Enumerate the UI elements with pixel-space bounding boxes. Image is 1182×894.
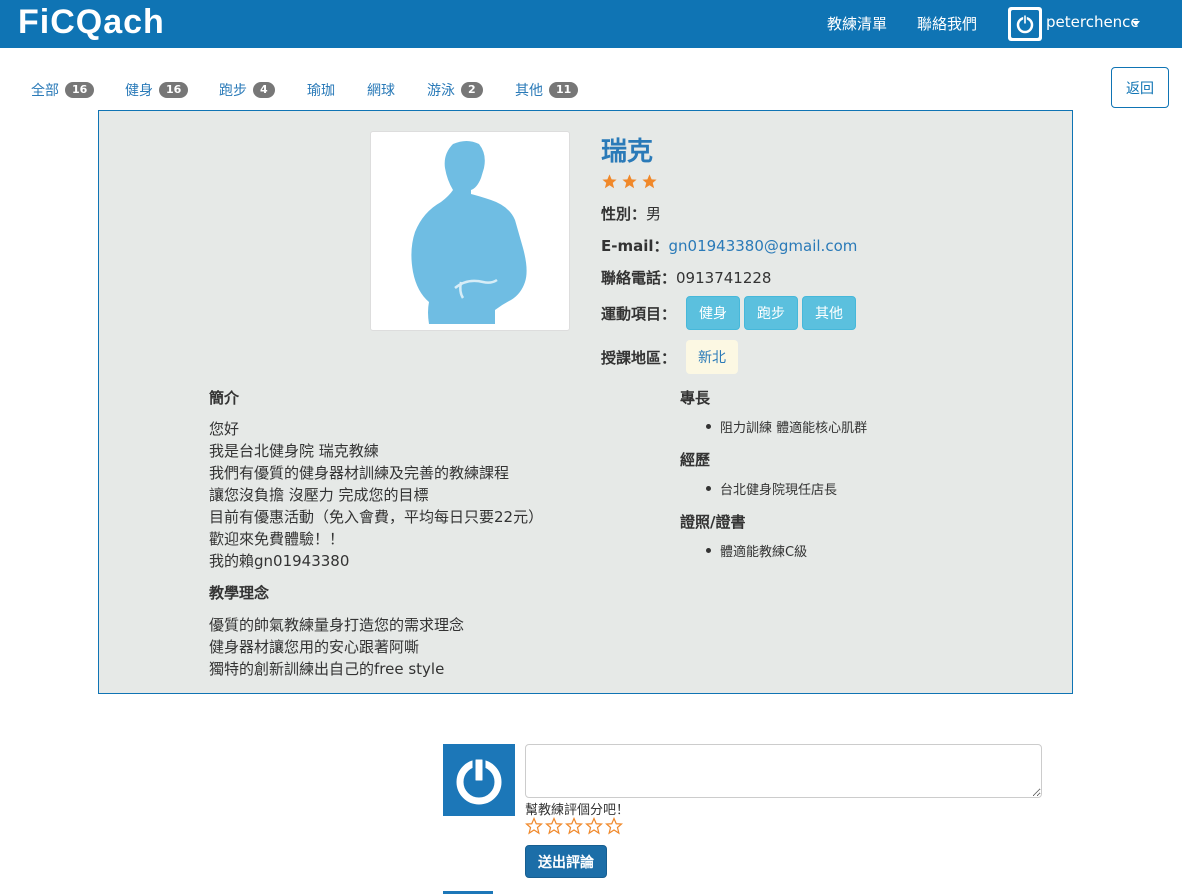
specialty-item: 阻力訓練 體適能核心肌群 [705,417,867,436]
star-filled-icon [642,174,657,189]
specialty-title: 專長 [680,389,711,407]
filter-label: 全部 [31,83,59,99]
count-badge: 4 [253,82,275,98]
rating-hint: 幫教練評個分吧！ [525,803,630,818]
filter-other[interactable]: 其他 11 [515,80,579,100]
count-badge: 16 [159,82,189,98]
sport-tag-running[interactable]: 跑步 [744,296,798,330]
star-outline-icon[interactable] [525,817,543,835]
sport-tag-other[interactable]: 其他 [802,296,856,330]
area-tag: 新北 [686,340,738,374]
back-button[interactable]: 返回 [1111,67,1169,108]
experience-item: 台北健身院現任店長 [705,479,837,498]
nav-coach-list-link[interactable]: 教練清單 [827,13,887,34]
star-outline-icon[interactable] [605,817,623,835]
coach-photo [370,131,570,331]
intro-title: 簡介 [209,389,240,407]
filter-running[interactable]: 跑步 4 [219,80,275,100]
star-filled-icon [622,174,637,189]
phone-value: 0913741228 [676,269,772,287]
filter-label: 健身 [125,83,153,99]
gender-row: 性別：男 [601,203,661,224]
sports-label: 運動項目： [601,305,677,323]
intro-line: 歡迎來免費體驗！！ [209,530,345,548]
intro-line: 我的賴gn01943380 [209,552,350,570]
rating-stars [601,173,658,190]
intro-line: 我是台北健身院 瑞克教練 [209,442,379,460]
filter-fitness[interactable]: 健身 16 [125,80,189,100]
intro-line: 您好 [209,420,240,438]
filter-label: 游泳 [427,83,455,99]
star-outline-icon[interactable] [585,817,603,835]
user-avatar[interactable] [1008,7,1042,41]
submit-comment-button[interactable]: 送出評論 [525,845,607,878]
filter-label: 跑步 [219,83,247,99]
email-label: E-mail： [601,237,669,255]
philosophy-title: 教學理念 [209,584,270,602]
philosophy-line: 優質的帥氣教練量身打造您的需求理念 [209,616,465,634]
rating-input[interactable] [525,817,623,835]
navbar: FiCQach 教練清單 聯絡我們 peterchencc [0,0,1182,48]
gender-value: 男 [646,205,662,223]
power-icon [456,756,502,805]
filter-label: 網球 [367,83,395,99]
comment-textarea[interactable] [525,744,1042,798]
star-filled-icon [602,174,617,189]
philosophy-line: 獨特的創新訓練出自己的free style [209,660,445,678]
power-icon [1011,10,1039,38]
coach-profile-panel: 瑞克 性別：男 E-mail：gn01943380@gmail.com 聯絡電話… [98,110,1073,694]
filter-yoga[interactable]: 瑜珈 [307,80,335,100]
chevron-down-icon[interactable] [1132,21,1140,26]
sport-tag-fitness[interactable]: 健身 [686,296,740,330]
star-outline-icon[interactable] [545,817,563,835]
gender-label: 性別： [601,205,647,223]
commenter-avatar [443,744,515,816]
area-label: 授課地區： [601,349,677,367]
intro-line: 目前有優惠活動（免入會費，平均每日只要22元） [209,508,544,526]
user-menu-name[interactable]: peterchencc [1046,13,1139,31]
certificate-item: 體適能教練C級 [705,541,807,560]
experience-title: 經歷 [680,451,711,469]
intro-line: 讓您沒負擔 沒壓力 完成您的目標 [209,486,429,504]
ficoach-logo[interactable]: FiCQach [18,2,165,42]
email-row: E-mail：gn01943380@gmail.com [601,235,857,256]
count-badge: 2 [461,82,483,98]
filter-tennis[interactable]: 網球 [367,80,395,100]
intro-line: 我們有優質的健身器材訓練及完善的教練課程 [209,464,510,482]
count-badge: 11 [549,82,579,98]
filter-all[interactable]: 全部 16 [31,80,95,100]
certificates-title: 證照/證書 [680,513,746,531]
count-badge: 16 [65,82,95,98]
person-silhouette-icon [411,141,527,324]
star-outline-icon[interactable] [565,817,583,835]
filter-label: 瑜珈 [307,83,335,99]
filter-label: 其他 [515,83,543,99]
email-link[interactable]: gn01943380@gmail.com [669,237,858,255]
philosophy-line: 健身器材讓您用的安心跟著阿嘶 [209,638,420,656]
nav-contact-link[interactable]: 聯絡我們 [917,13,977,34]
coach-name: 瑞克 [601,137,654,167]
phone-row: 聯絡電話：0913741228 [601,267,771,288]
filter-swimming[interactable]: 游泳 2 [427,80,483,100]
phone-label: 聯絡電話： [601,269,677,287]
